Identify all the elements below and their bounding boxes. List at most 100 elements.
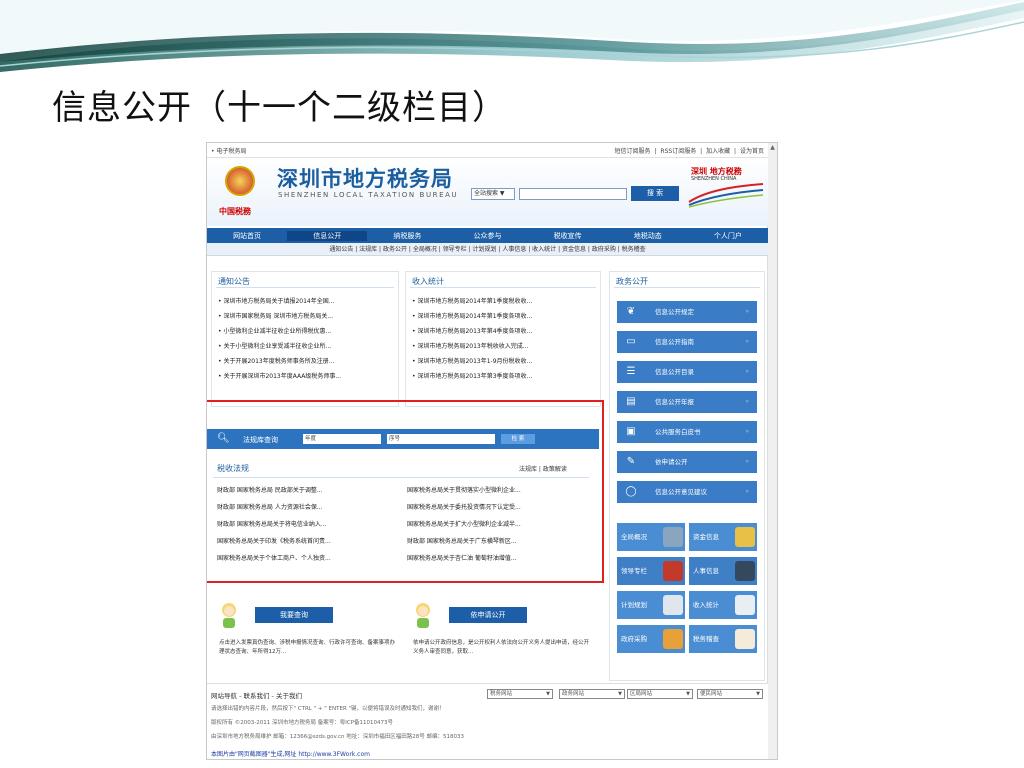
tile-label: 资金信息: [693, 533, 719, 541]
query-card: 我要查询 点击进入发票真伪查询、涉税申报情况查询、行政许可查询、备案事项办理状态…: [211, 595, 399, 675]
rss-subscribe-link[interactable]: RSS订阅服务: [660, 148, 696, 155]
tile-label: 计划规划: [621, 601, 647, 609]
tax-sites-select[interactable]: 税务网站: [487, 689, 553, 699]
chevron-right-icon: »: [745, 308, 749, 315]
gov-button-rules[interactable]: ❦ 信息公开规定 »: [617, 301, 757, 323]
tile-income[interactable]: 收入统计: [689, 591, 757, 619]
nav-personal-portal[interactable]: 个人门户: [688, 231, 768, 241]
list-item[interactable]: • 关于小型微利企业享受减半征收企业所...: [218, 341, 394, 356]
chart-icon: [735, 595, 755, 615]
notice-title[interactable]: 通知公告: [218, 276, 250, 287]
gov-button-guide[interactable]: ▭ 信息公开指南 »: [617, 331, 757, 353]
logo-swoosh-icon: [688, 183, 764, 208]
papers-icon: [735, 629, 755, 649]
tile-procurement[interactable]: 政府采购: [617, 625, 685, 653]
divider: [614, 287, 760, 288]
book-icon: ▤: [626, 396, 636, 407]
gov-button-catalog[interactable]: ☰ 信息公开目录 »: [617, 361, 757, 383]
chevron-right-icon: »: [745, 398, 749, 405]
footer-nav[interactable]: 网站导航 - 联系我们 - 关于我们: [211, 690, 302, 700]
tile-inspection[interactable]: 税务稽查: [689, 625, 757, 653]
gov-button-annual[interactable]: ▤ 信息公开年报 »: [617, 391, 757, 413]
gov-button-whitepaper[interactable]: ▣ 公共服务白皮书 »: [617, 421, 757, 443]
gov-button-label: 信息公开规定: [655, 308, 694, 316]
list-item[interactable]: • 深圳市地方税务局2013年1-9月份税收收...: [412, 356, 596, 371]
nav-home[interactable]: 网站首页: [207, 231, 287, 241]
sub-nav[interactable]: 通知公告 | 法规库 | 政务公开 | 全局概况 | 领导专栏 | 计划规划 |…: [207, 243, 768, 256]
tile-overview[interactable]: 全局概况: [617, 523, 685, 551]
list-item[interactable]: • 深圳市地方税务局2014年第1季度税收收...: [412, 296, 596, 311]
edit-icon: ✎: [626, 456, 636, 467]
nav-tax-news[interactable]: 地税动态: [608, 231, 688, 241]
china-tax-logo: 中国税務: [219, 206, 251, 216]
top-links: 短信订阅服务 | RSS订阅服务 | 加入收藏 | 设为首页: [613, 146, 764, 155]
search-input[interactable]: [519, 188, 627, 200]
gov-sites-select[interactable]: 政务网站: [559, 689, 625, 699]
list-item[interactable]: • 关于开展深圳市2013年度AAA级税务师事...: [218, 371, 394, 386]
leaf-icon: ❦: [626, 306, 636, 317]
chevron-right-icon: »: [745, 428, 749, 435]
list-item[interactable]: • 小型微利企业减半征收企业所得税优惠...: [218, 326, 394, 341]
maintainer-info: 由深圳市地方税务局维护 邮箱：12366@szds.gov.cn 地址：深圳市福…: [211, 734, 465, 740]
gov-title[interactable]: 政务公开: [616, 276, 648, 287]
diamond-icon: [663, 629, 683, 649]
site-header: 中国税務 深圳市地方税务局 SHENZHEN LOCAL TAXATION BU…: [207, 158, 768, 226]
chevron-right-icon: »: [745, 368, 749, 375]
gov-button-feedback[interactable]: ◯ 信息公开意见建议 »: [617, 481, 757, 503]
list-item[interactable]: • 深圳市地方税务局2013年第3季度各项收...: [412, 371, 596, 386]
set-homepage-link[interactable]: 设为首页: [740, 148, 764, 155]
search-button[interactable]: 搜 索: [631, 186, 679, 201]
lightbulb-icon: ◯: [625, 486, 637, 497]
tile-label: 收入统计: [693, 601, 719, 609]
chevron-right-icon: »: [745, 338, 749, 345]
gov-button-label: 信息公开指南: [655, 338, 694, 346]
income-panel: 收入统计 • 深圳市地方税务局2014年第1季度税收收... • 深圳市地方税务…: [405, 271, 601, 407]
apply-description: 依申请公开政府信息，是公开权利人依法向公开义务人提出申请，经公开义务人审查同意，…: [413, 640, 590, 655]
gov-button-label: 信息公开年报: [655, 398, 694, 406]
e-tax-link[interactable]: • 电子税务局: [211, 146, 246, 155]
chevron-right-icon: »: [745, 458, 749, 465]
person-icon: [663, 561, 683, 581]
tile-label: 政府采购: [621, 635, 647, 643]
tile-leaders[interactable]: 领导专栏: [617, 557, 685, 585]
district-sites-select[interactable]: 区局网站: [627, 689, 693, 699]
search-scope-select[interactable]: 全站搜索 ▼: [471, 188, 515, 200]
apply-card: 依申请公开 依申请公开政府信息，是公开权利人依法向公开义务人提出申请，经公开义务…: [405, 595, 593, 675]
list-item[interactable]: • 深圳市地方税务局关于填报2014年全国...: [218, 296, 394, 311]
notice-panel: 通知公告 • 深圳市地方税务局关于填报2014年全国... • 深圳市国家税务局…: [211, 271, 399, 407]
scrollbar[interactable]: ▲: [767, 143, 777, 759]
divider: [410, 287, 596, 288]
notice-list: • 深圳市地方税务局关于填报2014年全国... • 深圳市国家税务局 深圳市地…: [218, 296, 394, 386]
nav-info-public[interactable]: 信息公开: [287, 230, 368, 241]
add-favorite-link[interactable]: 加入收藏: [706, 148, 730, 155]
list-item[interactable]: • 关于开展2013年度税务师事务所及注册...: [218, 356, 394, 371]
list-item[interactable]: • 深圳市国家税务局 深圳市地方税务局关...: [218, 311, 394, 326]
error-report-note: 请选择出错的内容片段，然后按下" CTRL " + " ENTER "键，以便将…: [211, 706, 445, 712]
nav-tax-service[interactable]: 纳税服务: [367, 231, 447, 241]
separator: |: [700, 147, 703, 155]
sms-subscribe-link[interactable]: 短信订阅服务: [615, 148, 651, 155]
people-icon: [735, 561, 755, 581]
site-subtitle: SHENZHEN LOCAL TAXATION BUREAU: [278, 191, 459, 199]
top-bar: • 电子税务局 短信订阅服务 | RSS订阅服务 | 加入收藏 | 设为首页: [207, 143, 768, 158]
query-button[interactable]: 我要查询: [255, 607, 333, 623]
apply-public-button[interactable]: 依申请公开: [449, 607, 527, 623]
nav-public-participation[interactable]: 公众参与: [447, 231, 527, 241]
tile-personnel[interactable]: 人事信息: [689, 557, 757, 585]
nav-tax-promotion[interactable]: 税收宣传: [528, 231, 608, 241]
list-item[interactable]: • 深圳市地方税务局2014年第1季度各项收...: [412, 311, 596, 326]
income-title[interactable]: 收入统计: [412, 276, 444, 287]
gov-button-apply[interactable]: ✎ 依申请公开 »: [617, 451, 757, 473]
chevron-right-icon: »: [745, 488, 749, 495]
site-title: 深圳市地方税务局: [277, 167, 453, 191]
scroll-up-icon[interactable]: ▲: [769, 144, 776, 151]
list-item[interactable]: • 深圳市地方税务局2013年税收收入完成...: [412, 341, 596, 356]
screenshot-credit: 本图片由"网页截图器"生成,网址 http://www.3FWork.com: [211, 751, 370, 758]
main-nav: 网站首页 信息公开 纳税服务 公众参与 税收宣传 地税动态 个人门户: [207, 228, 768, 243]
tile-planning[interactable]: 计划规划: [617, 591, 685, 619]
tile-funds[interactable]: 资金信息: [689, 523, 757, 551]
list-item[interactable]: • 深圳市地方税务局2013年第4季度各项收...: [412, 326, 596, 341]
list-icon: ☰: [626, 366, 636, 377]
cartoon-kid-icon: [222, 603, 236, 628]
service-sites-select[interactable]: 便民网站: [697, 689, 763, 699]
